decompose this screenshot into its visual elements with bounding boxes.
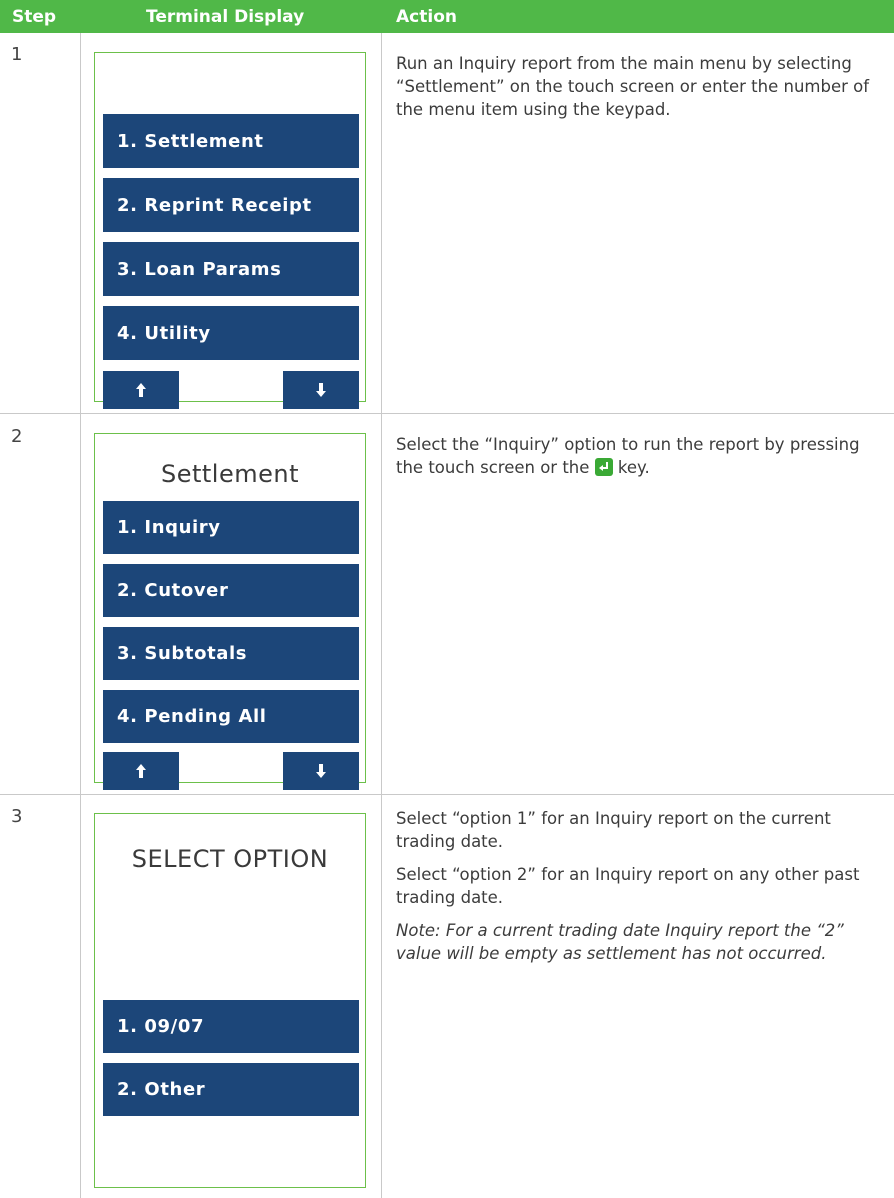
action-note: Note: For a current trading date Inquiry… [396, 921, 844, 963]
menu-button-option-2[interactable]: 2. Other [103, 1063, 359, 1116]
scroll-up-button[interactable] [103, 371, 179, 409]
menu-button-subtotals[interactable]: 3. Subtotals [103, 627, 359, 680]
header-step: Step [12, 7, 57, 27]
arrow-down-icon [316, 383, 326, 397]
screen-title: Settlement [160, 460, 300, 488]
action-text: Select the “Inquiry” option to run the r… [396, 433, 876, 489]
menu-button-cutover[interactable]: 2. Cutover [103, 564, 359, 617]
header-terminal-display: Terminal Display [146, 7, 305, 27]
menu-button-reprint-receipt[interactable]: 2. Reprint Receipt [103, 178, 359, 232]
action-text: Run an Inquiry report from the main menu… [396, 52, 876, 131]
menu-button-option-1[interactable]: 1. 09/07 [103, 1000, 359, 1053]
action-paragraph: Select “option 1” for an Inquiry report … [396, 809, 831, 851]
step-number: 1 [11, 44, 23, 65]
header-action: Action [396, 7, 457, 27]
arrow-down-icon [316, 764, 326, 778]
action-text-after-key: key. [612, 458, 650, 477]
table-header: Step Terminal Display Action [0, 0, 894, 33]
arrow-up-icon [136, 764, 146, 778]
menu-button-pending-all[interactable]: 4. Pending All [103, 690, 359, 743]
action-text: Select “option 1” for an Inquiry report … [396, 807, 876, 975]
step-number: 2 [11, 426, 23, 447]
scroll-down-button[interactable] [283, 752, 359, 790]
action-paragraph: Select the “Inquiry” option to run the r… [396, 433, 876, 479]
action-paragraph: Run an Inquiry report from the main menu… [396, 54, 870, 119]
row-divider [0, 794, 894, 795]
menu-button-loan-params[interactable]: 3. Loan Params [103, 242, 359, 296]
screen-title: SELECT OPTION [131, 845, 329, 873]
scroll-down-button[interactable] [283, 371, 359, 409]
column-divider [381, 33, 382, 1198]
step-number: 3 [11, 806, 23, 827]
menu-button-inquiry[interactable]: 1. Inquiry [103, 501, 359, 554]
action-paragraph: Select “option 2” for an Inquiry report … [396, 865, 860, 907]
menu-button-settlement[interactable]: 1. Settlement [103, 114, 359, 168]
menu-button-utility[interactable]: 4. Utility [103, 306, 359, 360]
arrow-up-icon [136, 383, 146, 397]
enter-key-icon [594, 458, 613, 476]
column-divider [80, 33, 81, 1198]
row-divider [0, 413, 894, 414]
scroll-up-button[interactable] [103, 752, 179, 790]
